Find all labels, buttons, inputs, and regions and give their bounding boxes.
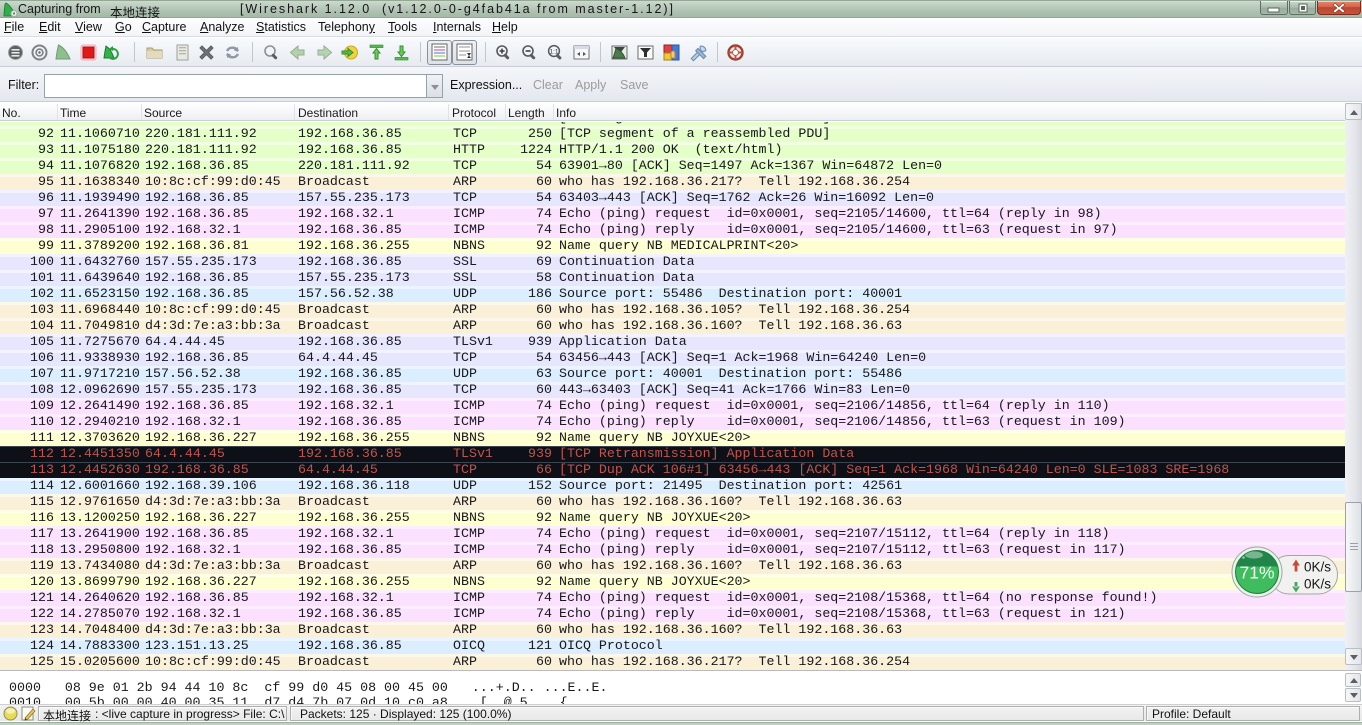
svg-text:71%: 71% xyxy=(1239,563,1274,583)
svg-text:0K/s: 0K/s xyxy=(1304,577,1331,592)
svg-text:0K/s: 0K/s xyxy=(1304,560,1331,575)
